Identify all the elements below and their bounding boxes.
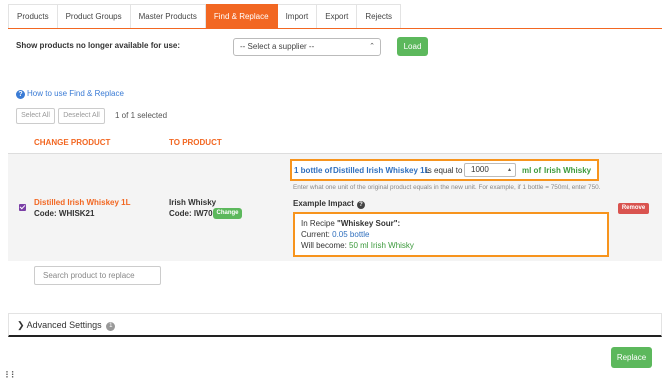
from-product-name: Distilled Irish Whiskey 1L	[34, 198, 131, 207]
from-unit: 1 bottle of	[294, 166, 333, 175]
remove-button[interactable]: Remove	[618, 203, 649, 214]
supplier-select[interactable]: -- Select a supplier -- ⌃	[233, 38, 381, 56]
chevron-updown-icon: ⌃	[369, 43, 375, 50]
example-impact-title: Example Impact?	[293, 199, 365, 209]
quantity-input[interactable]: 1000 ▴	[464, 163, 516, 177]
will-become-value: 50 ml Irish Whisky	[349, 241, 414, 250]
will-become-line: Will become: 50 ml Irish Whisky	[301, 240, 601, 251]
column-header-to: TO PRODUCT	[169, 138, 222, 147]
replace-button[interactable]: Replace	[611, 347, 652, 368]
howto-link[interactable]: ? How to use Find & Replace	[16, 89, 124, 99]
tab-master-products[interactable]: Master Products	[130, 4, 206, 29]
to-unit: ml of	[522, 166, 542, 175]
is-equal-to-label: is equal to	[426, 166, 463, 175]
from-product-code: Code: WHISK21	[34, 209, 95, 218]
howto-label: How to use Find & Replace	[27, 89, 124, 98]
advanced-settings-badge: 1	[106, 322, 116, 331]
conversion-hint: Enter what one unit of the original prod…	[293, 184, 601, 191]
change-button[interactable]: Change	[213, 208, 242, 219]
quantity-value: 1000	[471, 165, 489, 174]
select-all-button[interactable]: Select All	[16, 108, 55, 124]
tab-find-replace[interactable]: Find & Replace	[205, 4, 278, 29]
recipe-prefix: In Recipe	[301, 219, 338, 228]
advanced-settings-header[interactable]: ❯ Advanced Settings 1	[17, 320, 116, 331]
recipe-line: In Recipe "Whiskey Sour":	[301, 218, 601, 229]
selected-count: 1 of 1 selected	[115, 111, 168, 120]
help-icon: ?	[16, 90, 25, 99]
example-impact-label: Example Impact	[293, 199, 354, 208]
tab-rejects[interactable]: Rejects	[357, 4, 402, 29]
from-product-label: Distilled Irish Whiskey 1L	[333, 166, 430, 175]
tab-products[interactable]: Products	[8, 4, 58, 29]
current-value: 0.05 bottle	[332, 230, 370, 239]
conversion-box: 1 bottle of Distilled Irish Whiskey 1L i…	[290, 159, 599, 181]
current-label: Current:	[301, 230, 333, 239]
row-checkbox[interactable]	[19, 204, 26, 211]
load-button[interactable]: Load	[397, 37, 428, 56]
recipe-name: "Whiskey Sour":	[337, 219, 401, 228]
supplier-select-value: -- Select a supplier --	[240, 42, 315, 51]
drag-handle-icon[interactable]: ⠇⠇	[5, 370, 17, 381]
deselect-all-button[interactable]: Deselect All	[58, 108, 105, 124]
advanced-settings-label: Advanced Settings	[26, 320, 102, 330]
chevron-right-icon: ❯	[17, 320, 25, 330]
tab-export[interactable]: Export	[317, 4, 358, 29]
tab-bar: Products Product Groups Master Products …	[8, 4, 402, 29]
example-impact-box: In Recipe "Whiskey Sour": Current: 0.05 …	[293, 212, 609, 257]
to-product-code: Code: IW70	[169, 209, 213, 218]
stepper-icon[interactable]: ▴	[508, 164, 511, 176]
column-header-change: CHANGE PRODUCT	[34, 138, 111, 147]
advanced-settings-panel[interactable]: ❯ Advanced Settings 1	[8, 313, 662, 337]
search-product-input[interactable]	[34, 266, 161, 285]
to-product-name: Irish Whisky	[169, 198, 217, 207]
current-line: Current: 0.05 bottle	[301, 229, 601, 240]
tab-product-groups[interactable]: Product Groups	[57, 4, 131, 29]
tab-underline	[8, 28, 662, 29]
to-product-label: Irish Whisky	[544, 166, 592, 175]
tab-import[interactable]: Import	[277, 4, 318, 29]
will-become-label: Will become:	[301, 241, 350, 250]
help-icon[interactable]: ?	[356, 201, 365, 209]
supplier-label: Show products no longer available for us…	[16, 41, 181, 50]
